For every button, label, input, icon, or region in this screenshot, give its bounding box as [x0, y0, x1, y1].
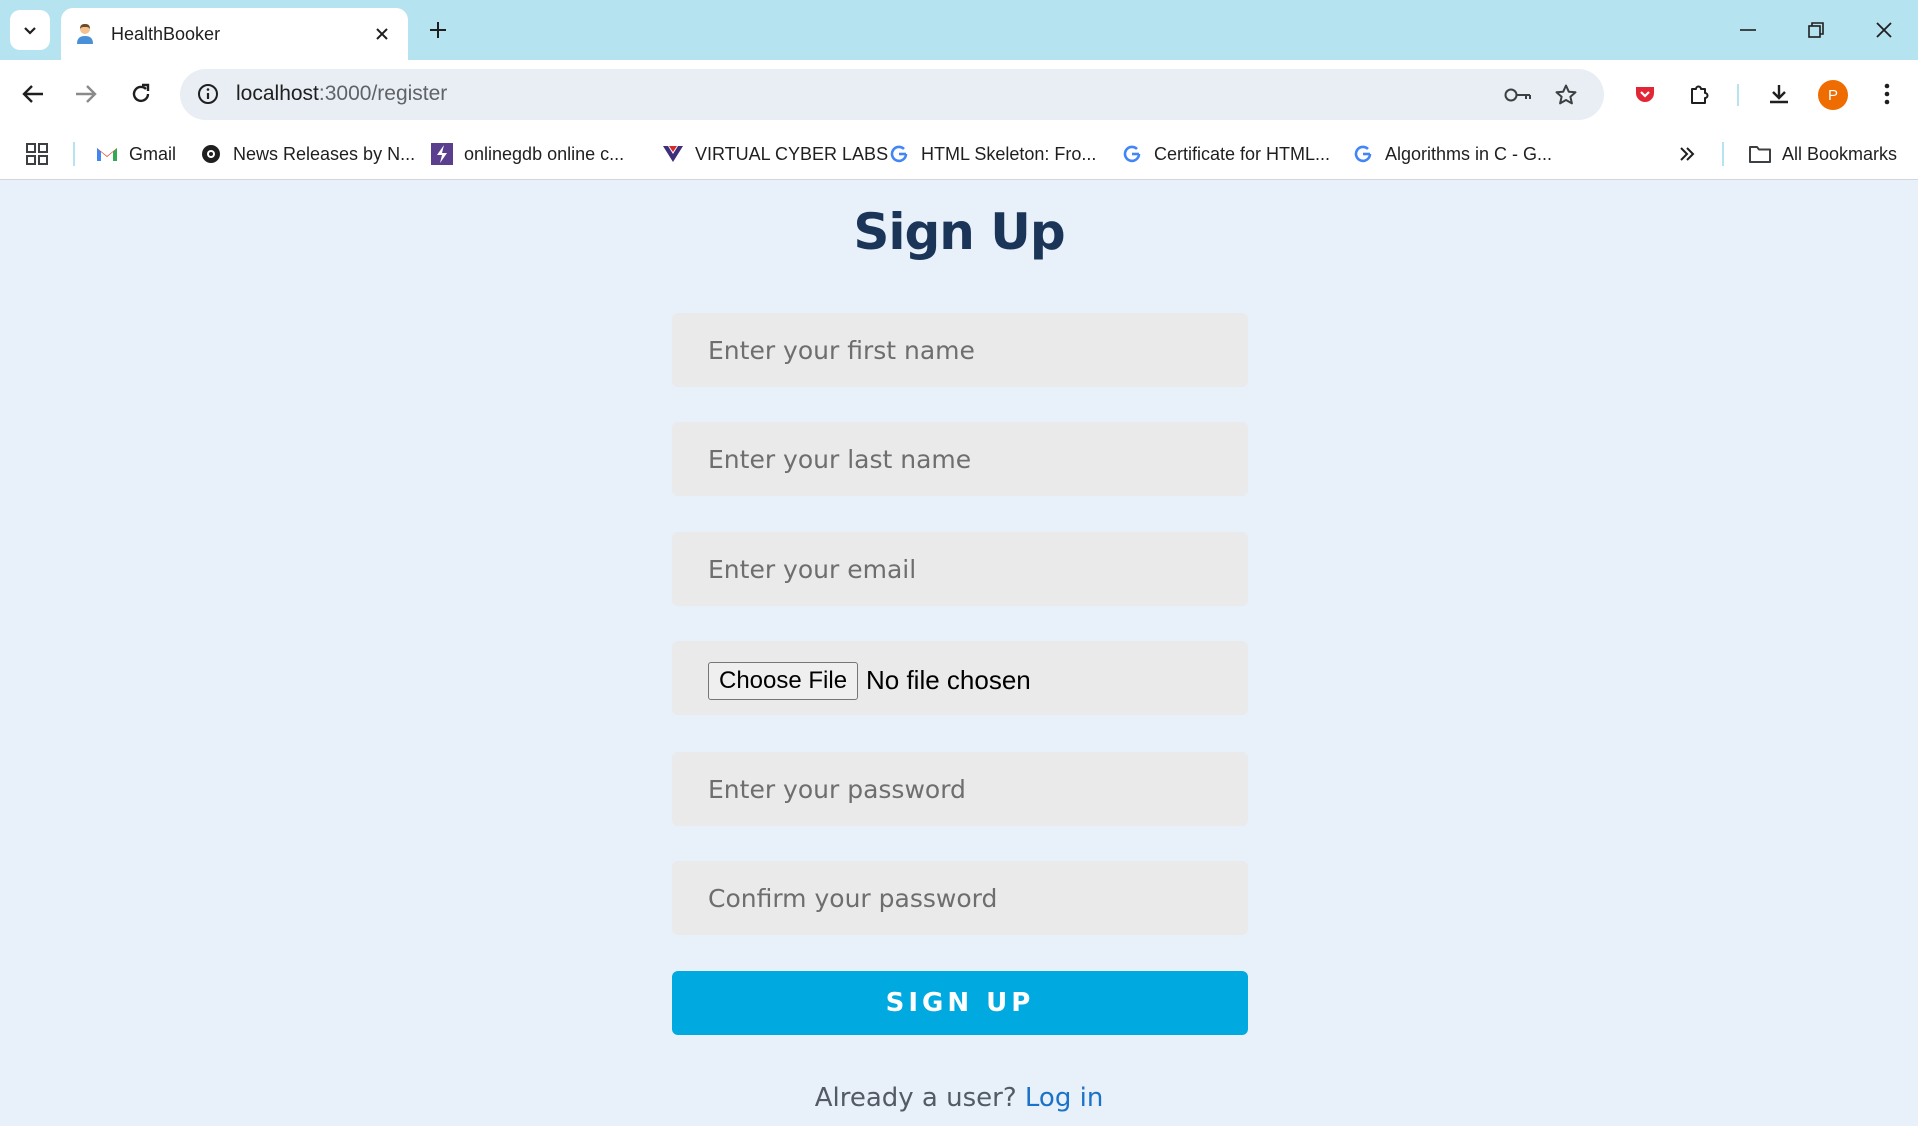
bookmarks-bar: Gmail News Releases by N... onlinegdb on… [0, 128, 1918, 180]
close-icon [1876, 22, 1892, 38]
bookmark-label: Certificate for HTML... [1154, 143, 1331, 164]
choose-file-button[interactable]: Choose File [708, 662, 859, 700]
bookmark-label: Algorithms in C - G... [1385, 143, 1553, 164]
browser-toolbar: localhost:3000/register P [0, 60, 1918, 128]
bookmark-gmail[interactable]: Gmail [95, 138, 176, 170]
page-title: Sign Up [853, 203, 1065, 261]
email-input[interactable] [672, 532, 1248, 606]
bookmark-star-icon[interactable] [1550, 79, 1582, 111]
confirm-password-field[interactable] [672, 861, 1248, 935]
bookmark-label: News Releases by N... [233, 143, 416, 164]
first-name-field[interactable] [672, 313, 1248, 387]
bookmark-label: Gmail [129, 143, 177, 164]
double-chevron-right-icon [1680, 147, 1695, 161]
bookmark-algorithms-c[interactable]: Algorithms in C - G... [1351, 138, 1552, 170]
bookmark-label: onlinegdb online c... [464, 143, 625, 164]
all-bookmarks-label: All Bookmarks [1782, 143, 1898, 164]
sign-up-button[interactable]: SIGN UP [672, 971, 1248, 1035]
site-info-icon[interactable] [192, 78, 224, 110]
confirm-password-input[interactable] [672, 861, 1248, 935]
file-upload-field: Choose File No file chosen [672, 641, 1248, 715]
login-prompt: Already a user? Log in [0, 1083, 1918, 1113]
minimize-button[interactable] [1718, 8, 1778, 52]
close-window-button[interactable] [1854, 8, 1914, 52]
tab-strip: HealthBooker [0, 0, 1918, 60]
onlinegdb-icon [430, 142, 454, 166]
new-tab-button[interactable] [420, 12, 456, 48]
arrow-left-icon [22, 85, 43, 103]
more-bookmarks-button[interactable] [1678, 138, 1696, 170]
bookmark-label: HTML Skeleton: Fro... [921, 143, 1097, 164]
download-icon[interactable] [1759, 74, 1799, 114]
folder-icon [1748, 142, 1772, 166]
toolbar-separator [1737, 84, 1739, 106]
chevron-down-icon [24, 27, 36, 35]
plus-icon [430, 22, 446, 38]
email-field[interactable] [672, 532, 1248, 606]
tab-close-icon[interactable] [366, 18, 398, 50]
password-input[interactable] [672, 752, 1248, 826]
reload-icon [132, 83, 150, 103]
gmail-icon [95, 142, 119, 166]
url-text[interactable]: localhost:3000/register [236, 82, 447, 106]
last-name-input[interactable] [672, 422, 1248, 496]
file-status-text: No file chosen [866, 665, 1031, 695]
apps-grid-button[interactable] [26, 138, 48, 170]
apps-grid-icon [26, 143, 48, 165]
cyberlabs-icon [661, 142, 685, 166]
bookmark-virtual-cyber-labs[interactable]: VIRTUAL CYBER LABS [661, 138, 888, 170]
bookmark-html-skeleton[interactable]: HTML Skeleton: Fro... [887, 138, 1096, 170]
bookmark-onlinegdb[interactable]: onlinegdb online c... [430, 138, 624, 170]
last-name-field[interactable] [672, 422, 1248, 496]
arrow-right-icon [76, 85, 97, 103]
news-icon [199, 142, 223, 166]
forward-button[interactable] [66, 74, 106, 114]
back-button[interactable] [13, 74, 53, 114]
password-field[interactable] [672, 752, 1248, 826]
tab-healthbooker[interactable]: HealthBooker [61, 8, 408, 60]
minimize-icon [1740, 29, 1756, 31]
reload-button[interactable] [121, 74, 161, 114]
login-prompt-text: Already a user? [814, 1083, 1017, 1113]
bookmarks-separator [1722, 142, 1724, 166]
menu-kebab-icon[interactable] [1867, 74, 1907, 114]
register-page: Sign Up Choose File No file chosen SIGN … [0, 181, 1918, 1126]
url-path: :3000/register [318, 82, 448, 105]
address-bar[interactable]: localhost:3000/register [180, 69, 1604, 120]
login-link[interactable]: Log in [1025, 1083, 1103, 1113]
doctor-favicon-icon [73, 22, 97, 46]
url-host: localhost [236, 82, 319, 105]
google-icon [1120, 142, 1144, 166]
restore-button[interactable] [1786, 8, 1846, 52]
extension-pocket-icon[interactable] [1625, 74, 1665, 114]
password-key-icon[interactable] [1502, 79, 1534, 111]
bookmark-label: VIRTUAL CYBER LABS [695, 143, 889, 164]
first-name-input[interactable] [672, 313, 1248, 387]
google-icon [1351, 142, 1375, 166]
tab-title: HealthBooker [111, 23, 221, 44]
tab-search-button[interactable] [10, 10, 50, 50]
google-icon [887, 142, 911, 166]
extensions-puzzle-icon[interactable] [1680, 74, 1720, 114]
bookmark-news-releases[interactable]: News Releases by N... [199, 138, 415, 170]
bookmarks-separator [73, 142, 75, 166]
profile-avatar[interactable]: P [1818, 80, 1848, 110]
bookmark-certificate-html[interactable]: Certificate for HTML... [1120, 138, 1330, 170]
restore-icon [1808, 22, 1824, 38]
all-bookmarks-button[interactable]: All Bookmarks [1748, 138, 1897, 170]
